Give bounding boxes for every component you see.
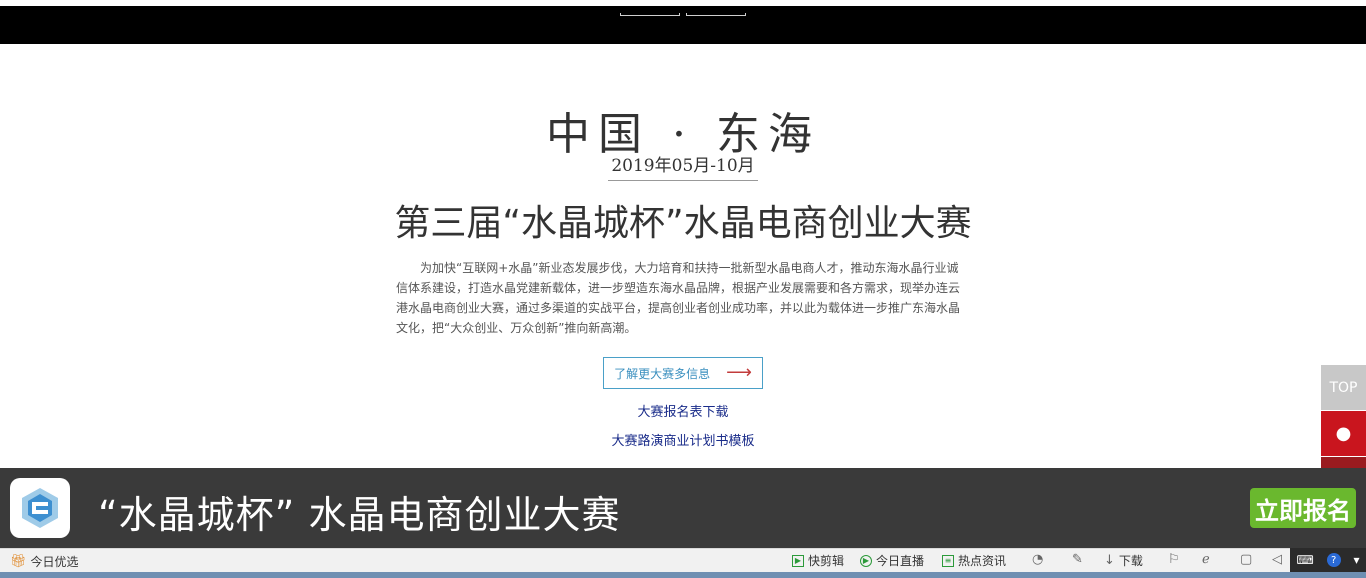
intro-paragraph: 为加快“互联网+水晶”新业态发展步伐，大力培育和扶持一批新型水晶电商人才，推动东… — [396, 261, 961, 335]
download-form-link[interactable]: 大赛报名表下载 — [0, 401, 1366, 420]
live-icon: ▶ — [860, 554, 872, 567]
system-tray: ⌨ ? ▾ — [1290, 548, 1366, 572]
hot-news-item[interactable]: ≡ 热点资讯 — [942, 552, 1006, 569]
hot-news-label: 热点资讯 — [958, 554, 1007, 568]
quick-clip-label: 快剪辑 — [808, 554, 845, 568]
signup-button[interactable]: 立即报名 — [1250, 488, 1356, 528]
speed-icon-button[interactable]: ◔ — [1032, 552, 1043, 567]
help-icon[interactable]: ? — [1326, 553, 1341, 567]
news-icon: ≡ — [942, 554, 954, 567]
page-title: 第三届“水晶城杯”水晶电商创业大赛 — [394, 203, 972, 244]
slider-indicator-1[interactable] — [620, 13, 680, 16]
today-pick-item[interactable]: 🎁︎ 今日优选 — [10, 553, 79, 570]
qq-chat-button[interactable]: ● — [1321, 410, 1366, 456]
speed-icon: ◔ — [1032, 552, 1044, 567]
today-pick-label: 今日优选 — [30, 555, 79, 569]
ie-icon-button[interactable]: ℯ — [1202, 552, 1210, 567]
bottom-signup-bar: “水晶城杯” 水晶电商创业大赛 立即报名 — [0, 468, 1366, 548]
learn-more-button[interactable]: 了解更大赛多信息 ⟶ — [603, 357, 763, 389]
crystal-logo — [10, 478, 70, 538]
top-nav-bar — [0, 0, 1366, 44]
qq-penguin-icon: ● — [1335, 423, 1352, 444]
live-label: 今日直播 — [876, 554, 925, 568]
gift-icon: 🎁︎ — [10, 554, 27, 569]
back-to-top-button[interactable]: TOP — [1321, 365, 1366, 410]
pin-icon: ✎ — [1072, 552, 1083, 567]
browser-icon: ℯ — [1202, 552, 1210, 567]
sound-icon-button[interactable]: ◁ — [1272, 552, 1282, 567]
flag-icon-button[interactable]: ⚐ — [1168, 552, 1180, 567]
slider-indicator-2[interactable] — [686, 13, 746, 16]
speaker-icon: ◁ — [1272, 552, 1282, 567]
download-label: 下载 — [1118, 554, 1143, 568]
window-icon: ▢ — [1240, 552, 1253, 567]
clip-icon: ▶ — [792, 554, 804, 567]
os-taskbar — [0, 572, 1366, 578]
keyboard-icon[interactable]: ⌨ — [1296, 553, 1313, 567]
pin-icon-button[interactable]: ✎ — [1072, 552, 1083, 567]
window-icon-button[interactable]: ▢ — [1240, 552, 1252, 567]
live-item[interactable]: ▶ 今日直播 — [860, 552, 924, 569]
quick-clip-item[interactable]: ▶ 快剪辑 — [792, 552, 844, 569]
hero-date: 2019年05月-10月 — [608, 151, 758, 181]
browser-status-bar: 🎁︎ 今日优选 ▶ 快剪辑 ▶ 今日直播 ≡ 热点资讯 ◔ ✎ ↓ 下载 ⚐ ℯ… — [0, 548, 1366, 572]
arrow-right-icon: ⟶ — [726, 362, 752, 383]
learn-more-label: 了解更大赛多信息 — [614, 366, 711, 381]
bottom-bar-title: “水晶城杯” 水晶电商创业大赛 — [98, 493, 621, 537]
crystal-logo-icon — [22, 488, 58, 528]
download-icon: ↓ — [1104, 553, 1115, 568]
download-template-link[interactable]: 大赛路演商业计划书模板 — [0, 430, 1366, 449]
download-item[interactable]: ↓ 下载 — [1104, 552, 1143, 569]
chevron-down-icon[interactable]: ▾ — [1354, 553, 1360, 567]
flag-icon: ⚐ — [1168, 552, 1180, 567]
